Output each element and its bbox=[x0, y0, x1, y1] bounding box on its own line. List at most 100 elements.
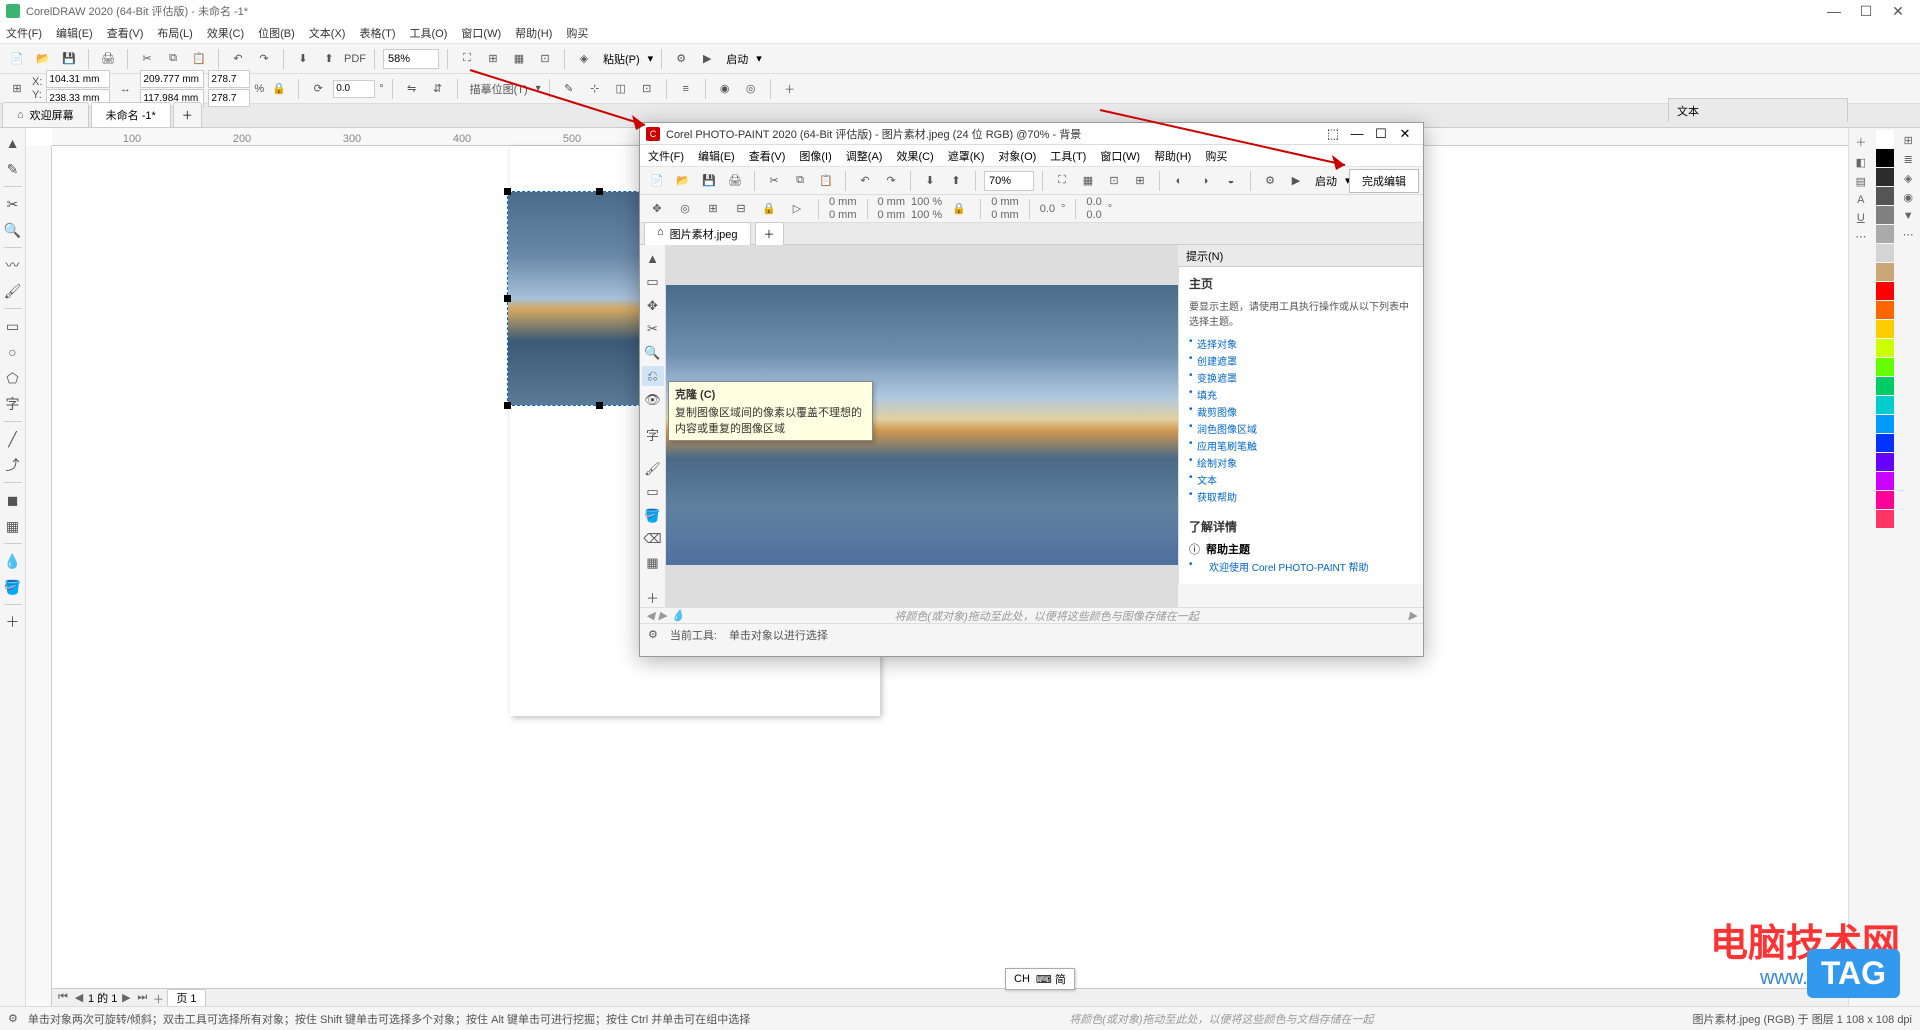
pp-hint-link[interactable]: 填充 bbox=[1189, 387, 1413, 402]
pp-eraser-tool-icon[interactable]: ⌫ bbox=[642, 529, 664, 548]
next-page-icon[interactable]: ▶ bbox=[119, 991, 133, 1005]
add-tool-icon[interactable]: ＋ bbox=[2, 611, 24, 633]
text-tool-icon[interactable]: 字 bbox=[2, 393, 24, 415]
pp-hint-link[interactable]: 创建遮罩 bbox=[1189, 353, 1413, 368]
pp-lock-icon[interactable]: 🔒 bbox=[758, 198, 780, 220]
pp-add-tool-icon[interactable]: ＋ bbox=[642, 588, 664, 607]
gear-icon[interactable]: ⚙ bbox=[8, 1012, 18, 1025]
pp-zoom-icon[interactable]: 🔍 bbox=[642, 343, 664, 362]
add-preset-icon[interactable]: ＋ bbox=[779, 78, 801, 100]
color-swatch[interactable] bbox=[1876, 377, 1894, 395]
ellipse-tool-icon[interactable]: ○ bbox=[2, 341, 24, 363]
pp-menu-buy[interactable]: 购买 bbox=[1205, 148, 1227, 164]
first-page-icon[interactable]: ⏮ bbox=[56, 991, 70, 1005]
pp-menu-view[interactable]: 查看(V) bbox=[749, 148, 786, 164]
edit-bitmap-icon[interactable]: ✎ bbox=[558, 78, 580, 100]
color-swatch[interactable] bbox=[1876, 225, 1894, 243]
mirror-v-icon[interactable]: ⇵ bbox=[427, 78, 449, 100]
pp-hint-link[interactable]: 获取帮助 bbox=[1189, 489, 1413, 504]
menu-help[interactable]: 帮助(H) bbox=[515, 25, 552, 41]
color-swatch[interactable] bbox=[1876, 339, 1894, 357]
color-swatch[interactable] bbox=[1876, 358, 1894, 376]
paste-icon[interactable]: 📋 bbox=[188, 48, 210, 70]
hints-docker-icon[interactable]: ◉ bbox=[1903, 191, 1913, 204]
pp-copy-icon[interactable]: ⧉ bbox=[789, 170, 811, 192]
zoom-tool-icon[interactable]: 🔍 bbox=[2, 219, 24, 241]
pdf-icon[interactable]: PDF bbox=[344, 48, 366, 70]
color-swatch[interactable] bbox=[1876, 415, 1894, 433]
connector-tool-icon[interactable]: ⤴ bbox=[2, 454, 24, 476]
freehand-tool-icon[interactable]: 〰 bbox=[2, 254, 24, 276]
pp-hint-link[interactable]: 文本 bbox=[1189, 472, 1413, 487]
color-swatch[interactable] bbox=[1876, 149, 1894, 167]
artistic-media-icon[interactable]: 🖌 bbox=[2, 280, 24, 302]
guides-icon[interactable]: ⊡ bbox=[534, 48, 556, 70]
resample-icon[interactable]: ◫ bbox=[610, 78, 632, 100]
pick-tool-icon[interactable]: ▲ bbox=[2, 132, 24, 154]
width-input[interactable] bbox=[140, 70, 204, 88]
menu-buy[interactable]: 购买 bbox=[566, 25, 588, 41]
pp-swatch-end-icon[interactable]: ▶ bbox=[1409, 609, 1417, 622]
pp-launch-dropdown[interactable]: 启动 bbox=[1311, 173, 1341, 189]
menu-edit[interactable]: 编辑(E) bbox=[56, 25, 93, 41]
menu-tools[interactable]: 工具(O) bbox=[410, 25, 448, 41]
shape-tool-icon[interactable]: ✎ bbox=[2, 158, 24, 180]
pp-crop-icon[interactable]: ✂ bbox=[642, 319, 664, 338]
pp-hint-link[interactable]: 绘制对象 bbox=[1189, 455, 1413, 470]
pp-finish-editing-button[interactable]: 完成编辑 bbox=[1349, 169, 1419, 193]
maximize-button[interactable]: ☐ bbox=[1850, 3, 1882, 20]
styles-docker-icon[interactable]: ◈ bbox=[1904, 172, 1912, 185]
scale-y-input[interactable] bbox=[208, 89, 250, 107]
tab-welcome[interactable]: ⌂欢迎屏幕 bbox=[2, 102, 89, 127]
more-docker-icon[interactable]: ⋯ bbox=[1855, 230, 1866, 243]
copy-icon[interactable]: ⧉ bbox=[162, 48, 184, 70]
pp-menu-effects[interactable]: 效果(C) bbox=[896, 148, 933, 164]
add-tab-button[interactable]: ＋ bbox=[173, 102, 202, 127]
pp-dist-icon[interactable]: ⊟ bbox=[730, 198, 752, 220]
wrap-text-icon[interactable]: ≡ bbox=[675, 78, 697, 100]
fullscreen-icon[interactable]: ⛶ bbox=[456, 48, 478, 70]
color-swatch[interactable] bbox=[1876, 453, 1894, 471]
color-swatch[interactable] bbox=[1876, 206, 1894, 224]
pp-rulers-icon[interactable]: ⊡ bbox=[1103, 170, 1125, 192]
pp-cut-icon[interactable]: ✂ bbox=[763, 170, 785, 192]
pp-apply-icon[interactable]: ▷ bbox=[786, 198, 808, 220]
color-swatch[interactable] bbox=[1876, 263, 1894, 281]
pp-export-icon[interactable]: ⬆ bbox=[945, 170, 967, 192]
pp-zoom-input[interactable] bbox=[984, 171, 1034, 191]
pp-new-icon[interactable]: 📄 bbox=[646, 170, 668, 192]
color-swatch[interactable] bbox=[1876, 168, 1894, 186]
pp-hint-link[interactable]: 润色图像区域 bbox=[1189, 421, 1413, 436]
ime-indicator[interactable]: CH⌨ 简 bbox=[1005, 968, 1075, 990]
pp-align-icon[interactable]: ⊞ bbox=[702, 198, 724, 220]
pp-fill-tool-icon[interactable]: 🪣 bbox=[642, 506, 664, 525]
more2-docker-icon[interactable]: ⋯ bbox=[1903, 228, 1914, 241]
pp-menu-help[interactable]: 帮助(H) bbox=[1154, 148, 1191, 164]
grid-icon[interactable]: ▦ bbox=[508, 48, 530, 70]
pp-menu-image[interactable]: 图像(I) bbox=[799, 148, 831, 164]
open-icon[interactable]: 📂 bbox=[32, 48, 54, 70]
dropshadow-tool-icon[interactable]: ◼ bbox=[2, 489, 24, 511]
pp-pick-tool-icon[interactable]: ▲ bbox=[642, 249, 664, 268]
mirror-h-icon[interactable]: ⇋ bbox=[401, 78, 423, 100]
menu-bitmap[interactable]: 位图(B) bbox=[258, 25, 295, 41]
pp-options-icon[interactable]: ⚙ bbox=[1259, 170, 1281, 192]
resize-handle[interactable] bbox=[504, 295, 511, 302]
pp-fullscreen-icon[interactable]: ⛶ bbox=[1051, 170, 1073, 192]
transparency-tool-icon[interactable]: ▦ bbox=[2, 515, 24, 537]
color-swatch[interactable] bbox=[1876, 434, 1894, 452]
lock-ratio-icon[interactable]: 🔒 bbox=[268, 78, 290, 100]
menu-table[interactable]: 表格(T) bbox=[359, 25, 395, 41]
pp-lockratio-icon[interactable]: 🔒 bbox=[948, 198, 970, 220]
pp-pos-icon[interactable]: ✥ bbox=[646, 198, 668, 220]
pp-launch-icon[interactable]: ▶ bbox=[1285, 170, 1307, 192]
menu-window[interactable]: 窗口(W) bbox=[461, 25, 501, 41]
pp-menu-object[interactable]: 对象(O) bbox=[998, 148, 1036, 164]
color-swatch[interactable] bbox=[1876, 320, 1894, 338]
eyedropper-tool-icon[interactable]: 💧 bbox=[2, 550, 24, 572]
last-page-icon[interactable]: ⏭ bbox=[135, 991, 149, 1005]
redo-icon[interactable]: ↷ bbox=[253, 48, 275, 70]
overprint-icon[interactable]: ◉ bbox=[714, 78, 736, 100]
pp-brush-tool-icon[interactable]: 🖌 bbox=[642, 459, 664, 478]
options-icon[interactable]: ⚙ bbox=[670, 48, 692, 70]
